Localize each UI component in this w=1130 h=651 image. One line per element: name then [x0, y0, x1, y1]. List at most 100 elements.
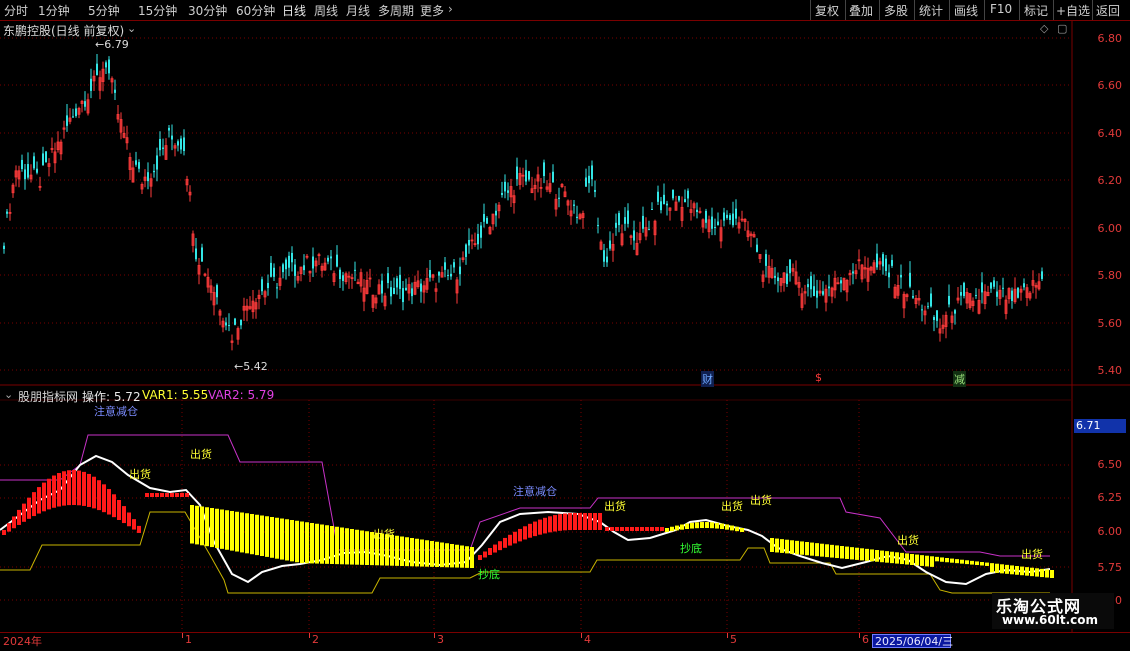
bar-red [155, 493, 159, 497]
bar-yellow [925, 555, 929, 567]
candle-body [261, 279, 263, 292]
candle-body [714, 227, 716, 229]
bar-yellow [920, 555, 924, 566]
candle-body [507, 190, 509, 193]
candle-body [921, 309, 923, 311]
bar-red [170, 493, 174, 497]
candle-body [381, 280, 383, 294]
time-axis-label: 6 [862, 633, 869, 646]
dropdown-icon[interactable]: ⌄ [127, 22, 136, 35]
bar-red [660, 527, 664, 531]
bar-yellow [280, 518, 284, 560]
bar-yellow [865, 548, 869, 561]
candle-body [990, 282, 992, 289]
bar-yellow [795, 540, 799, 555]
candle-body [6, 211, 8, 214]
high-price-label: ←6.79 [95, 38, 129, 51]
bar-yellow [900, 552, 904, 565]
signal-label-sell: 出货 [373, 528, 395, 541]
bar-red [37, 487, 41, 514]
bar-yellow [775, 538, 779, 553]
candle-body [399, 274, 401, 289]
bar-yellow [230, 511, 234, 551]
bar-yellow [845, 546, 849, 559]
bar-yellow [450, 544, 454, 568]
candle-body [633, 230, 635, 241]
bar-yellow [465, 546, 469, 568]
candle-body [42, 153, 44, 165]
event-marker-reduce[interactable]: 减 [953, 371, 966, 387]
candle-body [627, 210, 629, 224]
bar-red [175, 493, 179, 497]
bar-yellow [930, 556, 934, 567]
candle-body [24, 169, 26, 180]
bar-red [117, 500, 121, 520]
bar-red [72, 470, 76, 506]
candle-body [717, 221, 719, 226]
bar-yellow [305, 522, 309, 564]
bar-yellow [310, 523, 314, 564]
bar-red [102, 484, 106, 513]
bar-yellow [800, 541, 804, 555]
candle-body [933, 317, 935, 320]
diamond-icon[interactable]: ◇ [1040, 22, 1048, 35]
panel-icon[interactable]: ▢ [1057, 22, 1067, 35]
bar-yellow [715, 522, 719, 529]
candle-body [108, 59, 110, 74]
time-axis-label: 2 [312, 633, 319, 646]
watermark-url: www.60lt.com [1002, 613, 1099, 627]
bar-yellow [985, 562, 989, 566]
candle-body [651, 208, 653, 210]
bar-yellow [940, 557, 944, 562]
event-marker-finance[interactable]: 财 [701, 371, 714, 387]
bar-yellow [1030, 567, 1034, 577]
signal-label-caution: 注意减仓 [513, 485, 557, 498]
candle-body [723, 212, 725, 221]
bar-yellow [345, 528, 349, 565]
bar-yellow [770, 538, 774, 552]
candle-body [411, 288, 413, 297]
candle-body [483, 214, 485, 222]
event-marker-dividend[interactable]: $ [814, 371, 823, 384]
bar-yellow [820, 543, 824, 557]
candle-body [813, 286, 815, 296]
candle-body [660, 201, 662, 211]
candle-body [195, 248, 197, 260]
candle-body [756, 244, 758, 252]
bar-yellow [895, 552, 899, 564]
bar-yellow [970, 560, 974, 565]
bar-red [533, 521, 537, 537]
candle-body [885, 258, 887, 271]
indicator-var1-value: VAR1: 5.55 [142, 388, 209, 402]
indicator-y-label: 6.25 [1097, 491, 1123, 504]
candle-body [981, 282, 983, 293]
bar-yellow [915, 554, 919, 566]
bar-yellow [260, 515, 264, 556]
bar-yellow [675, 525, 679, 531]
bar-yellow [340, 527, 344, 565]
bar-yellow [270, 517, 274, 558]
indicator-name[interactable]: 股朋指标网 [18, 388, 78, 405]
op-curve [0, 454, 1051, 586]
candle-body [501, 192, 503, 195]
time-axis-label: 1 [185, 633, 192, 646]
low-price-label: ←5.42 [234, 360, 268, 373]
candle-body [453, 262, 455, 268]
kline-chart-canvas[interactable] [0, 0, 1130, 650]
bar-red [518, 528, 522, 542]
bar-red [573, 513, 577, 530]
candle-body [420, 283, 422, 292]
candle-body [183, 137, 185, 151]
bar-yellow [235, 511, 239, 552]
indicator-toggle-icon[interactable]: ⌄ [4, 388, 13, 401]
bar-yellow [455, 544, 459, 568]
candle-body [1011, 290, 1013, 301]
bar-yellow [460, 545, 464, 568]
candle-body [405, 287, 407, 291]
candle-body [729, 215, 731, 220]
bar-yellow [415, 538, 419, 567]
y-axis-label: 5.60 [1097, 317, 1123, 330]
indicator-y-label: 5.75 [1097, 561, 1123, 574]
bar-yellow [395, 535, 399, 566]
bar-yellow [815, 543, 819, 557]
